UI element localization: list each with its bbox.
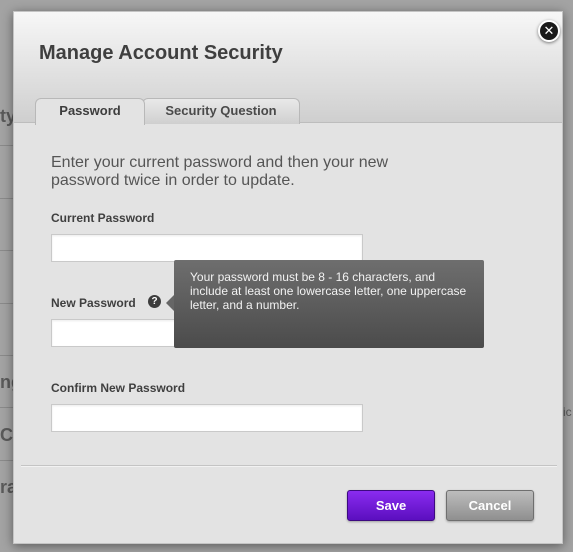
background-divider [0, 303, 14, 304]
cancel-button[interactable]: Cancel [446, 490, 534, 521]
password-requirements-tooltip: Your password must be 8 - 16 characters,… [166, 260, 484, 348]
tab-security-question[interactable]: Security Question [142, 98, 300, 124]
background-divider [0, 250, 14, 251]
background-text: Co [0, 425, 14, 445]
background-divider [0, 198, 14, 199]
background-divider [0, 145, 14, 146]
tab-password[interactable]: Password [35, 98, 145, 125]
current-password-input[interactable] [51, 234, 363, 262]
tooltip-arrow [166, 295, 174, 311]
manage-account-security-dialog: Manage Account Security Security Questio… [13, 11, 563, 544]
background-divider [0, 355, 14, 356]
new-password-label: New Password [51, 296, 136, 310]
dialog-title: Manage Account Security [39, 42, 283, 64]
background-text: ty [0, 106, 14, 126]
background-text: ic [563, 405, 572, 419]
current-password-label: Current Password [51, 211, 155, 225]
save-button[interactable]: Save [347, 490, 435, 521]
tooltip-text: Your password must be 8 - 16 characters,… [190, 270, 467, 312]
instructions-text: Enter your current password and then you… [51, 154, 389, 189]
close-icon[interactable]: ✕ [538, 20, 560, 42]
question-circle-icon[interactable]: ? [148, 295, 161, 308]
footer-divider [21, 465, 557, 466]
background-divider [0, 407, 14, 408]
background-text: ng [0, 372, 14, 392]
background-divider [0, 460, 14, 461]
confirm-password-label: Confirm New Password [51, 381, 186, 395]
confirm-password-input[interactable] [51, 404, 363, 432]
background-text: ra [0, 477, 14, 497]
